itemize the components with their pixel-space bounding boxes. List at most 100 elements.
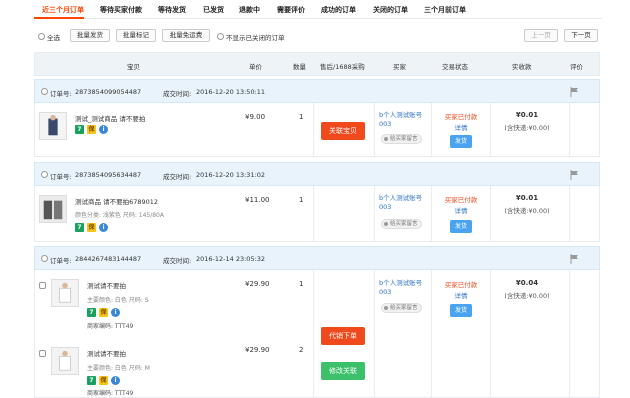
hide-closed-checkbox[interactable] — [217, 33, 224, 40]
order-detail-link[interactable]: 详情 — [438, 122, 484, 132]
col-after-sales: 售后/1688采购 — [320, 63, 365, 71]
info-icon[interactable]: i — [111, 376, 120, 385]
bulk-free-shipping-button[interactable]: 批量免运费 — [162, 29, 210, 42]
bulk-ship-button[interactable]: 批量发货 — [70, 29, 110, 42]
tab-last-three-months[interactable]: 近三个月订单 — [42, 5, 84, 15]
table-header: 宝贝 单价 数量 售后/1688采购 买家 交易状态 实收款 评价 — [34, 52, 600, 76]
order-body: 测试商品 请不要拍6789012 颜色分类: 浅紫色 尺码: 145/80A 7… — [34, 186, 600, 242]
unit-price: ¥9.00 — [245, 113, 266, 121]
order-header: 订单号: 2873854099054487 成交时间: 2016-12-20 1… — [34, 79, 600, 103]
product-title[interactable]: 测试请不要拍 — [87, 280, 126, 290]
hide-closed-label: 不显示已关闭的订单 — [226, 34, 285, 42]
flag-icon[interactable] — [570, 87, 579, 97]
tab-shipped[interactable]: 已发货 — [203, 5, 224, 15]
product-title[interactable]: 测试_测试商品 请不要拍 — [75, 113, 145, 123]
col-received: 实收款 — [512, 63, 532, 71]
prev-page-button[interactable]: 上一页 — [524, 29, 558, 42]
order-tabs: 近三个月订单 等待买家付款 等待发货 已发货 退款中 需要评价 成功的订单 关闭… — [32, 0, 602, 19]
message-buyer-button[interactable]: 给买家留言 — [381, 303, 422, 313]
order-time-label: 成交时间: — [163, 173, 192, 181]
seven-day-return-icon: 7 — [75, 223, 84, 232]
message-buyer-button[interactable]: 给买家留言 — [381, 219, 422, 229]
buyer-name[interactable]: b个人测试账号003 — [379, 111, 429, 129]
item-checkbox[interactable] — [39, 282, 46, 289]
next-page-button[interactable]: 下一页 — [564, 29, 598, 42]
buyer-name[interactable]: b个人测试账号003 — [379, 194, 429, 212]
active-tab-indicator — [34, 17, 84, 19]
unit-price: ¥11.00 — [245, 196, 270, 204]
order-body: 测试_测试商品 请不要拍 7 保 i ¥9.00 1 关联宝贝 b个人测试账号0… — [34, 103, 600, 157]
bulk-mark-button[interactable]: 批量标记 — [116, 29, 156, 42]
item-checkbox[interactable] — [39, 350, 46, 357]
ship-button[interactable]: 发货 — [450, 304, 472, 317]
order-checkbox[interactable] — [41, 255, 48, 262]
modify-link-button[interactable]: 修改关联 — [321, 362, 365, 380]
col-review: 评价 — [570, 63, 583, 71]
unit-price: ¥29.90 — [245, 346, 270, 354]
guarantee-icon: 保 — [99, 376, 108, 385]
info-icon[interactable]: i — [111, 308, 120, 317]
order-time: 2016-12-14 23:05:32 — [196, 255, 266, 263]
seven-day-return-icon: 7 — [75, 125, 84, 134]
trade-status: 买家已付款 — [444, 113, 478, 121]
col-quantity: 数量 — [293, 63, 306, 71]
order-detail-link[interactable]: 详情 — [438, 290, 484, 300]
ship-button[interactable]: 发货 — [450, 220, 472, 233]
info-icon[interactable]: i — [99, 223, 108, 232]
link-item-button[interactable]: 关联宝贝 — [321, 122, 365, 140]
order-number-label: 订单号: — [50, 257, 72, 265]
quantity: 1 — [299, 196, 304, 204]
col-item: 宝贝 — [127, 63, 140, 71]
order-number: 2873854095634487 — [75, 171, 142, 179]
order-time: 2016-12-20 13:31:02 — [196, 171, 266, 179]
seven-day-return-icon: 7 — [87, 376, 96, 385]
product-thumbnail[interactable] — [51, 347, 79, 375]
ship-button[interactable]: 发货 — [450, 135, 472, 148]
info-icon[interactable]: i — [99, 125, 108, 134]
order-number: 2844267483144487 — [75, 255, 142, 263]
order-checkbox[interactable] — [41, 171, 48, 178]
guarantee-icon: 保 — [99, 308, 108, 317]
product-title[interactable]: 测试商品 请不要拍6789012 — [75, 196, 158, 206]
merchant-code: 商家编码: TTT49 — [87, 323, 134, 330]
product-attributes: 主要颜色: 白色 尺码: S — [87, 297, 149, 304]
order-detail-link[interactable]: 详情 — [438, 205, 484, 215]
product-thumbnail[interactable] — [39, 112, 67, 140]
product-title[interactable]: 测试请不要拍 — [87, 348, 126, 358]
buyer-name[interactable]: b个人测试账号003 — [379, 279, 429, 297]
tab-completed[interactable]: 成功的订单 — [321, 5, 356, 15]
product-thumbnail[interactable] — [51, 279, 79, 307]
order-number-label: 订单号: — [50, 173, 72, 181]
tab-older-orders[interactable]: 三个月前订单 — [424, 5, 466, 15]
col-unit-price: 单价 — [249, 63, 262, 71]
shipping-fee-note: (含快递:¥0.00) — [504, 124, 550, 132]
order-header: 订单号: 2844267483144487 成交时间: 2016-12-14 2… — [34, 246, 600, 270]
col-buyer: 买家 — [393, 63, 406, 71]
tab-refunding[interactable]: 退款中 — [239, 5, 260, 15]
tab-awaiting-payment[interactable]: 等待买家付款 — [100, 5, 142, 15]
dropship-order-button[interactable]: 代销下单 — [321, 327, 365, 345]
tab-closed[interactable]: 关闭的订单 — [373, 5, 408, 15]
amount-received: ¥0.04 — [515, 279, 539, 287]
order-header: 订单号: 2873854095634487 成交时间: 2016-12-20 1… — [34, 162, 600, 186]
order-checkbox[interactable] — [41, 88, 48, 95]
merchant-code: 商家编码: TTT49 — [87, 390, 134, 397]
tab-needs-review[interactable]: 需要评价 — [277, 5, 305, 15]
shipping-fee-note: (含快递:¥0.00) — [504, 292, 550, 300]
message-buyer-button[interactable]: 给买家留言 — [381, 134, 422, 144]
guarantee-icon: 保 — [87, 125, 96, 134]
unit-price: ¥29.90 — [245, 280, 270, 288]
flag-icon[interactable] — [570, 170, 579, 180]
trade-status: 买家已付款 — [444, 196, 478, 204]
product-attributes: 主要颜色: 白色 尺码: M — [87, 365, 150, 372]
select-all-checkbox[interactable] — [38, 33, 45, 40]
quantity: 2 — [299, 346, 304, 354]
guarantee-icon: 保 — [87, 223, 96, 232]
tab-awaiting-shipment[interactable]: 等待发货 — [158, 5, 186, 15]
amount-received: ¥0.01 — [515, 111, 539, 119]
col-status: 交易状态 — [442, 63, 468, 71]
order-time-label: 成交时间: — [163, 90, 192, 98]
select-all-label: 全选 — [47, 34, 60, 42]
flag-icon[interactable] — [570, 254, 579, 264]
product-thumbnail[interactable] — [39, 195, 67, 223]
